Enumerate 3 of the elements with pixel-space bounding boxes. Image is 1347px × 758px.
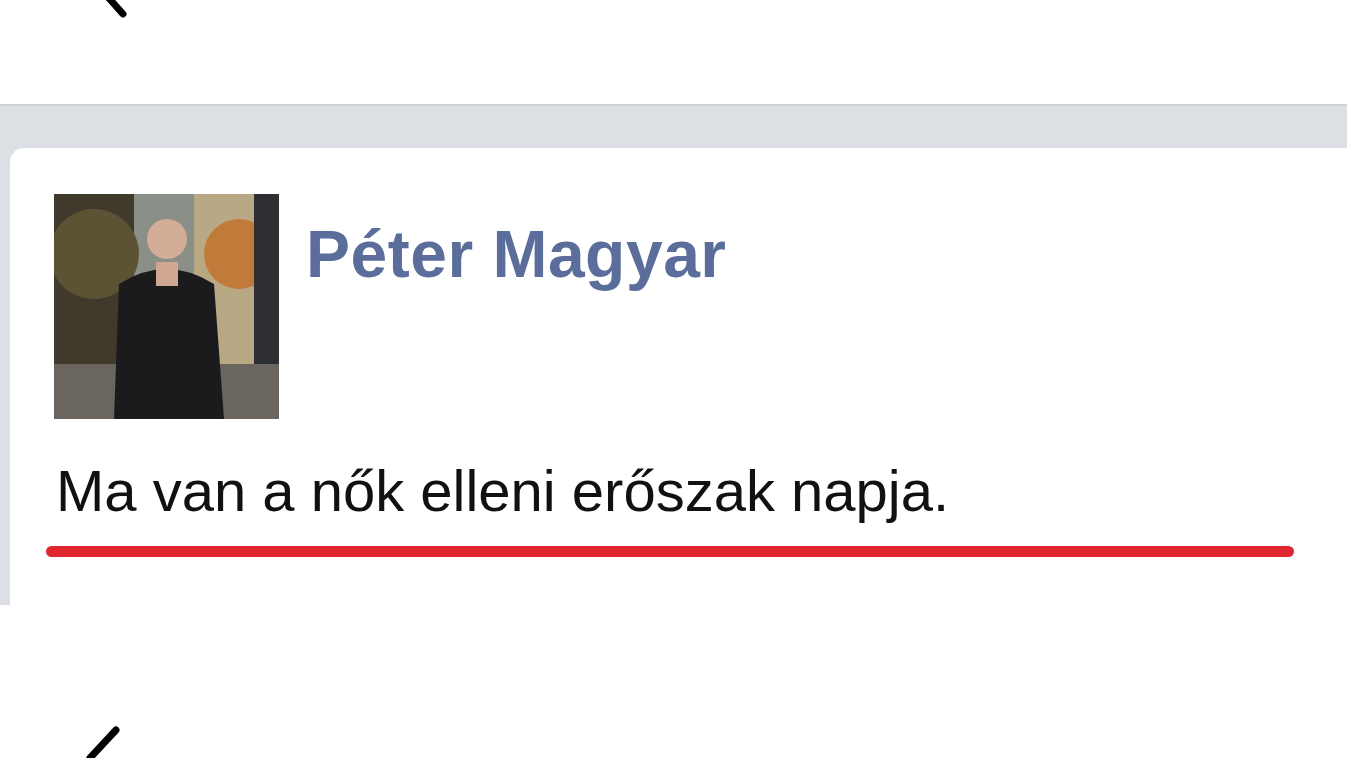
post-text: Ma van a nők elleni erőszak napja. bbox=[56, 457, 951, 524]
author-name[interactable]: Péter Magyar bbox=[306, 216, 727, 292]
back-chevron-icon[interactable] bbox=[104, 0, 128, 20]
